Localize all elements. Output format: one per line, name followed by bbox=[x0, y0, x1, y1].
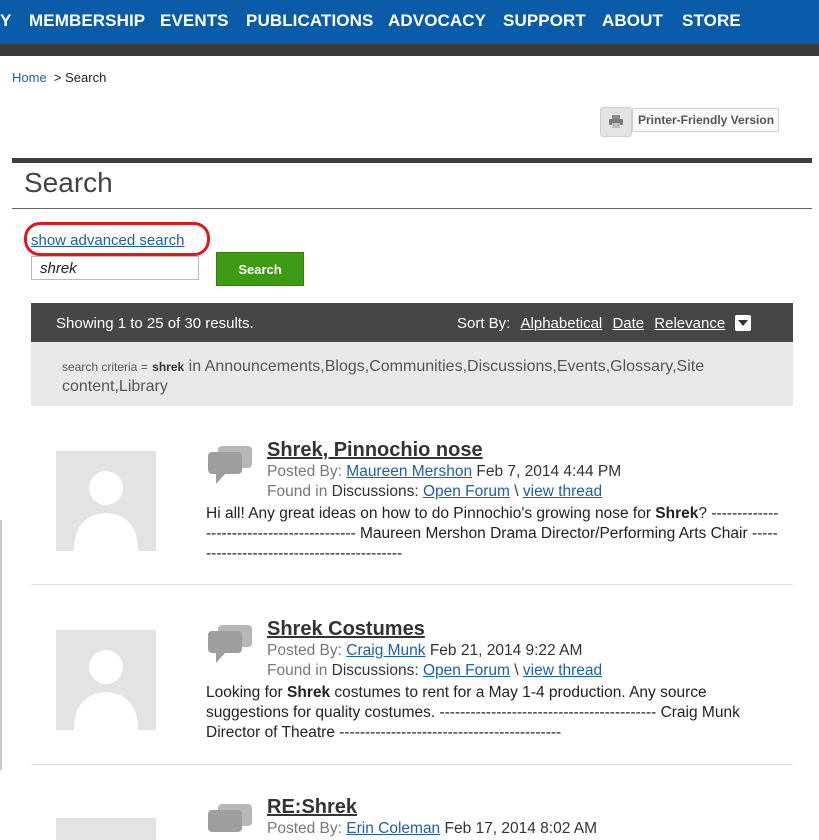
heading-divider bbox=[12, 208, 812, 209]
result-title-link[interactable]: RE:Shrek bbox=[267, 796, 357, 819]
nav-item-support[interactable]: SUPPORT bbox=[503, 11, 586, 31]
default-avatar-icon bbox=[56, 630, 156, 730]
author-link[interactable]: Craig Munk bbox=[346, 642, 425, 659]
results-bar: Showing 1 to 25 of 30 results. Sort By: … bbox=[31, 303, 793, 342]
breadcrumb-current: Search bbox=[65, 70, 107, 85]
nav-item-publications[interactable]: PUBLICATIONS bbox=[246, 11, 373, 31]
printer-friendly-label[interactable]: Printer-Friendly Version bbox=[632, 108, 780, 132]
result-posted-by: Posted By: Craig Munk Feb 21, 2014 9:22 … bbox=[267, 642, 582, 660]
author-link[interactable]: Maureen Mershon bbox=[346, 463, 472, 480]
show-advanced-search-link[interactable]: show advanced search bbox=[31, 232, 184, 249]
criteria-prefix: search criteria = bbox=[62, 360, 148, 374]
posted-by-label: Posted By: bbox=[267, 463, 342, 480]
author-link[interactable]: Erin Coleman bbox=[346, 820, 440, 837]
view-thread-link[interactable]: view thread bbox=[523, 662, 602, 679]
posted-by-label: Posted By: bbox=[267, 820, 342, 837]
forum-link[interactable]: Open Forum bbox=[423, 483, 510, 500]
result-excerpt: Looking for Shrek costumes to rent for a… bbox=[206, 683, 781, 743]
view-thread-link[interactable]: view thread bbox=[523, 483, 602, 500]
criteria-term: shrek bbox=[152, 360, 185, 374]
nav-item-membership[interactable]: MEMBERSHIP bbox=[29, 11, 145, 31]
path-separator: \ bbox=[514, 483, 519, 500]
found-in-label: Found in bbox=[267, 483, 328, 500]
default-avatar-icon bbox=[56, 818, 156, 840]
result-divider bbox=[31, 764, 793, 765]
heading-bar bbox=[12, 158, 812, 163]
speech-bubbles-icon bbox=[208, 804, 252, 832]
nav-item-events[interactable]: EVENTS bbox=[160, 11, 229, 31]
page-title: Search bbox=[24, 167, 113, 198]
page-edge bbox=[0, 520, 2, 770]
breadcrumb: Home > Search bbox=[12, 70, 106, 85]
chevron-down-icon[interactable] bbox=[735, 315, 752, 332]
found-in-section: Discussions: bbox=[331, 483, 419, 500]
result-found-in: Found in Discussions: Open Forum \ view … bbox=[267, 483, 602, 501]
excerpt-text: Looking for bbox=[206, 684, 283, 701]
excerpt-highlight: Shrek bbox=[287, 684, 331, 701]
default-avatar-icon bbox=[56, 451, 156, 551]
printer-icon-box[interactable] bbox=[600, 107, 632, 137]
nav-item-about[interactable]: ABOUT bbox=[602, 11, 663, 31]
result-posted-by: Posted By: Erin Coleman Feb 17, 2014 8:0… bbox=[267, 820, 597, 838]
result-excerpt: Hi all! Any great ideas on how to do Pin… bbox=[206, 504, 781, 564]
results-count: Showing 1 to 25 of 30 results. bbox=[56, 315, 254, 332]
result-posted-by: Posted By: Maureen Mershon Feb 7, 2014 4… bbox=[267, 463, 621, 481]
sort-alphabetical-link[interactable]: Alphabetical bbox=[521, 315, 603, 332]
path-separator: \ bbox=[514, 662, 519, 679]
post-date: Feb 7, 2014 4:44 PM bbox=[476, 463, 622, 480]
post-date: Feb 21, 2014 9:22 AM bbox=[429, 642, 583, 659]
excerpt-text: Hi all! Any great ideas on how to do Pin… bbox=[206, 505, 651, 522]
forum-link[interactable]: Open Forum bbox=[423, 662, 510, 679]
printer-icon bbox=[609, 115, 623, 128]
found-in-label: Found in bbox=[267, 662, 328, 679]
nav-underbar bbox=[0, 44, 819, 56]
search-input[interactable] bbox=[31, 256, 199, 280]
nav-item-advocacy[interactable]: ADVOCACY bbox=[388, 11, 486, 31]
sort-controls: Sort By: Alphabetical Date Relevance bbox=[457, 315, 752, 332]
top-nav: Y MEMBERSHIP EVENTS PUBLICATIONS ADVOCAC… bbox=[0, 0, 819, 56]
breadcrumb-separator: > bbox=[53, 70, 62, 85]
result-found-in: Found in Discussions: Open Forum \ view … bbox=[267, 662, 602, 680]
result-title-link[interactable]: Shrek, Pinnochio nose bbox=[267, 439, 483, 462]
printer-friendly-button[interactable]: Printer-Friendly Version bbox=[600, 106, 792, 137]
speech-bubbles-icon bbox=[208, 625, 252, 663]
sort-relevance-link[interactable]: Relevance bbox=[654, 315, 725, 332]
result-divider bbox=[31, 584, 793, 585]
posted-by-label: Posted By: bbox=[267, 642, 342, 659]
search-criteria-text: search criteria = shrek in Announcements… bbox=[62, 357, 762, 397]
post-date: Feb 17, 2014 8:02 AM bbox=[444, 820, 598, 837]
nav-item-truncated[interactable]: Y bbox=[0, 11, 11, 31]
result-title-link[interactable]: Shrek Costumes bbox=[267, 618, 425, 641]
excerpt-highlight: Shrek bbox=[655, 505, 699, 522]
speech-bubbles-icon bbox=[208, 446, 252, 484]
sort-date-link[interactable]: Date bbox=[612, 315, 644, 332]
search-button[interactable]: Search bbox=[216, 252, 304, 286]
sort-label: Sort By: bbox=[457, 315, 511, 332]
search-criteria-panel: search criteria = shrek in Announcements… bbox=[31, 342, 793, 406]
breadcrumb-home-link[interactable]: Home bbox=[12, 70, 47, 85]
found-in-section: Discussions: bbox=[331, 662, 419, 679]
nav-item-store[interactable]: STORE bbox=[682, 11, 741, 31]
